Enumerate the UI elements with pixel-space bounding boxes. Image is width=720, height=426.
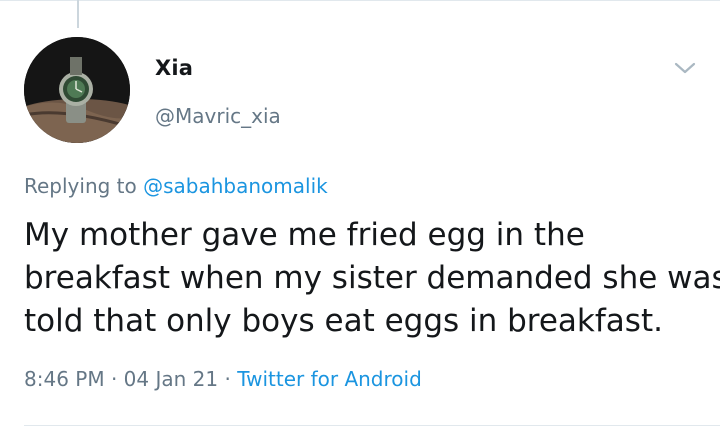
tweet-date[interactable]: 04 Jan 21 [124, 367, 218, 391]
avatar[interactable] [24, 37, 130, 143]
meta-separator: · [110, 367, 118, 391]
display-name[interactable]: Xia [155, 56, 193, 80]
chevron-down-icon [674, 62, 696, 74]
top-divider [0, 0, 720, 1]
tweet-text-line: told that only boys eat eggs in breakfas… [24, 303, 663, 339]
tweet-text: My mother gave me fried egg in the break… [24, 214, 720, 343]
meta-separator: · [224, 367, 231, 391]
tweet-source-link[interactable]: Twitter for Android [237, 367, 422, 391]
tweet-time[interactable]: 8:46 PM [24, 367, 105, 391]
tweet-metadata: 8:46 PM · 04 Jan 21 · Twitter for Androi… [24, 367, 422, 391]
thread-connector-line [77, 0, 79, 28]
tweet-menu-button[interactable] [672, 58, 698, 78]
user-handle[interactable]: @Mavric_xia [155, 104, 281, 128]
tweet-text-line: My mother gave me fried egg in the [24, 217, 585, 253]
reply-mention-link[interactable]: @sabahbanomalik [143, 174, 328, 198]
replying-to-label: Replying to [24, 174, 137, 198]
wristwatch-photo-icon [24, 37, 130, 143]
replying-to-line: Replying to @sabahbanomalik [24, 174, 328, 198]
tweet-text-line: breakfast when my sister demanded she wa… [24, 260, 720, 296]
